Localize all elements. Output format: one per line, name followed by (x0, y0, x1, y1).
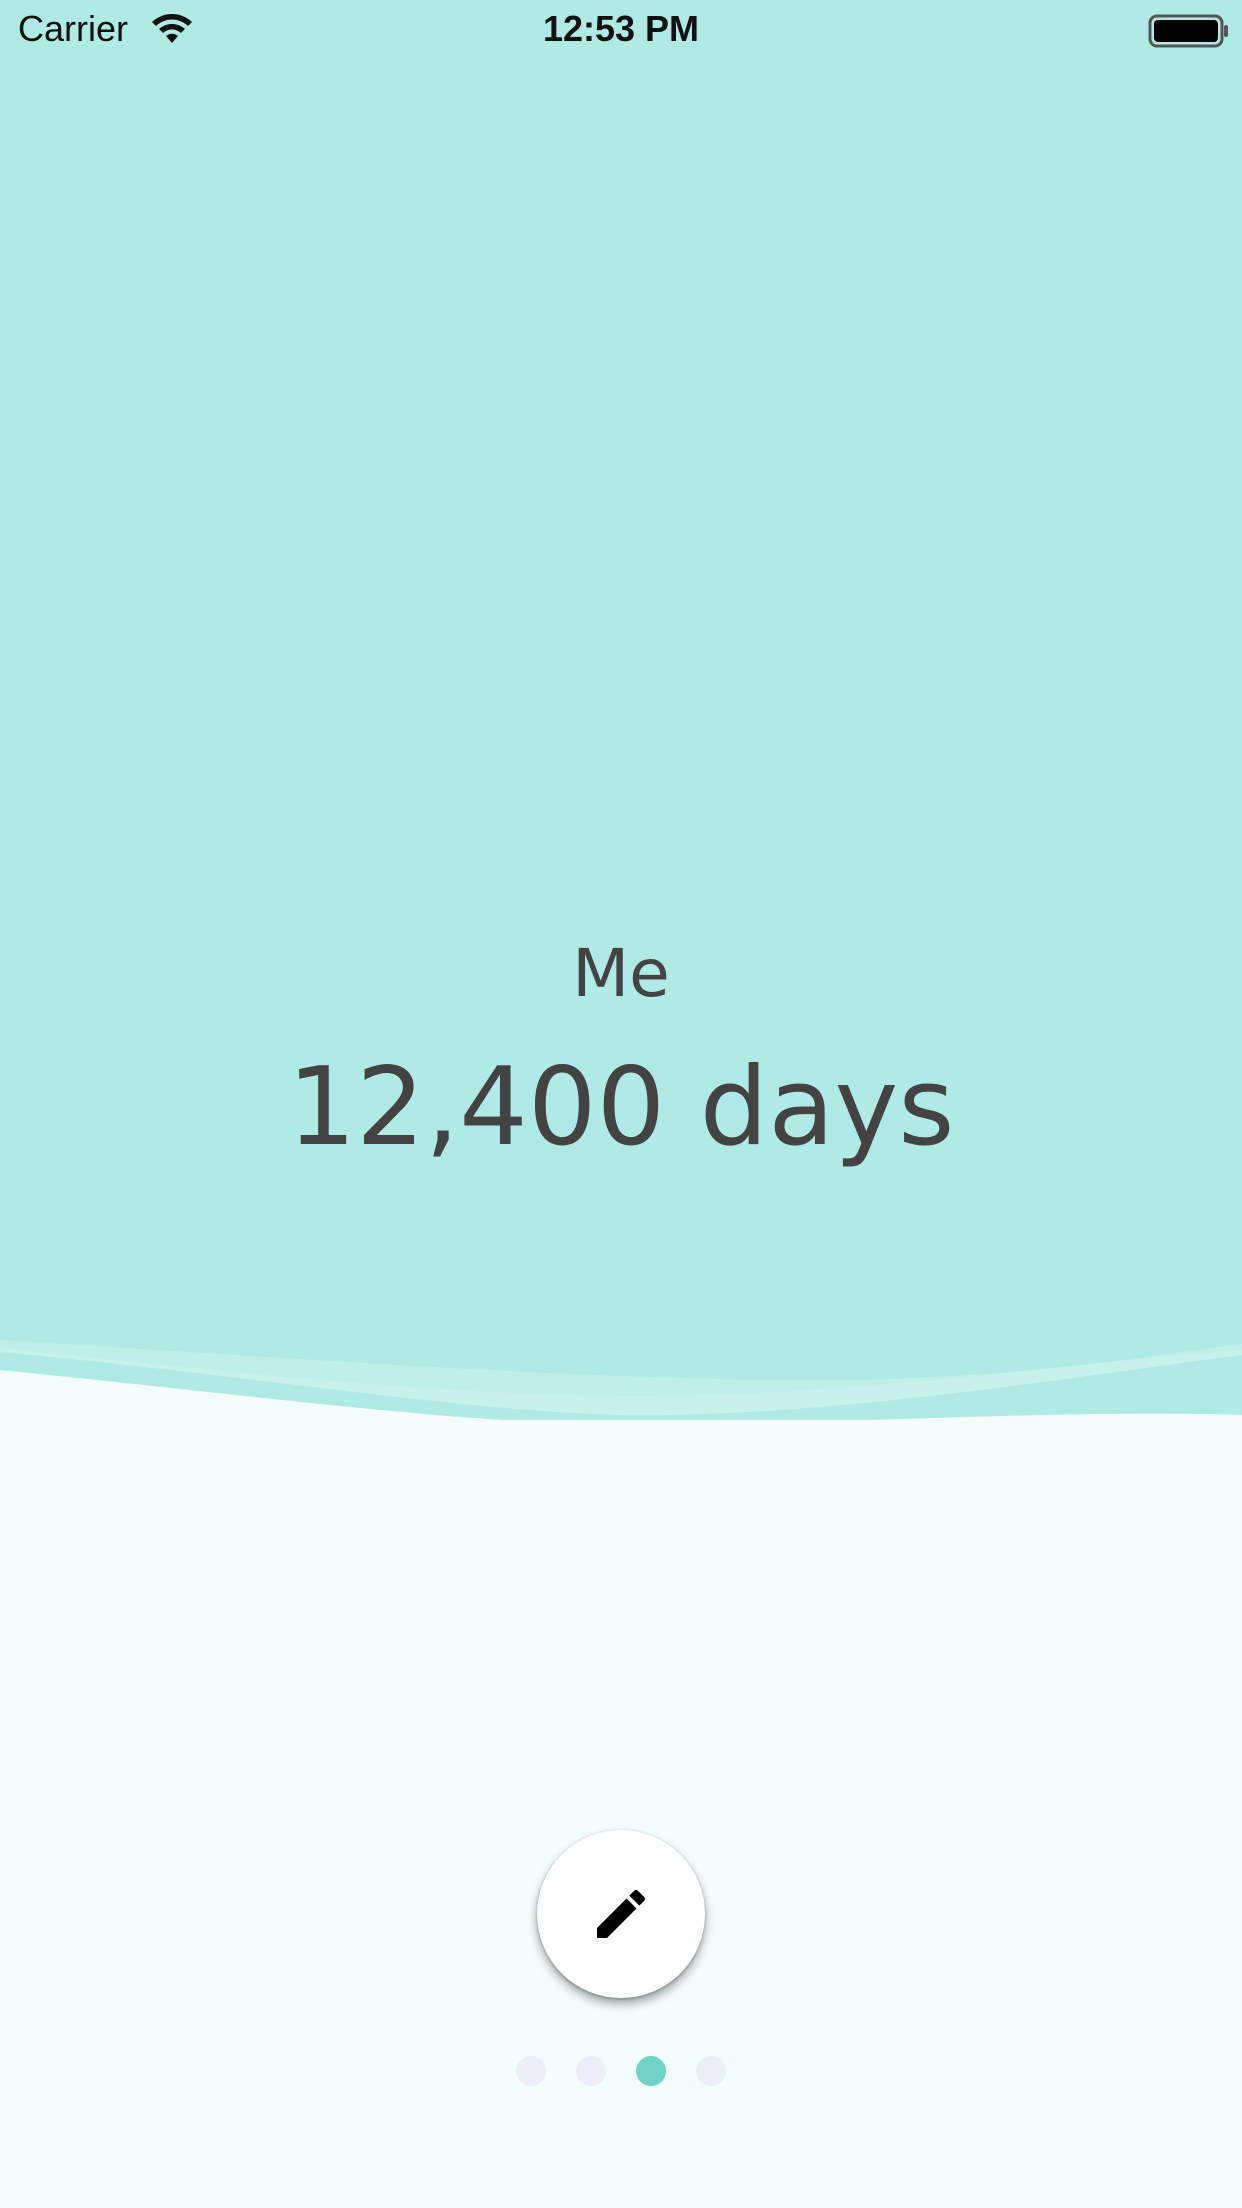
page-indicator (0, 2056, 1242, 2088)
page-dot-1[interactable] (516, 2056, 546, 2086)
days-count: 12,400 days (287, 1045, 955, 1170)
page-dot-2[interactable] (576, 2056, 606, 2086)
header-background (0, 0, 1242, 1420)
battery-icon (1148, 14, 1228, 48)
pencil-icon (597, 1889, 646, 1938)
wave-divider (0, 1320, 1242, 1460)
page-dot-3-active[interactable] (636, 2056, 666, 2086)
page-dot-4[interactable] (696, 2056, 726, 2086)
status-bar: Carrier 12:53 PM (0, 0, 1242, 62)
edit-button[interactable] (537, 1830, 705, 1998)
person-name: Me (572, 935, 670, 1012)
status-time: 12:53 PM (542, 8, 700, 49)
